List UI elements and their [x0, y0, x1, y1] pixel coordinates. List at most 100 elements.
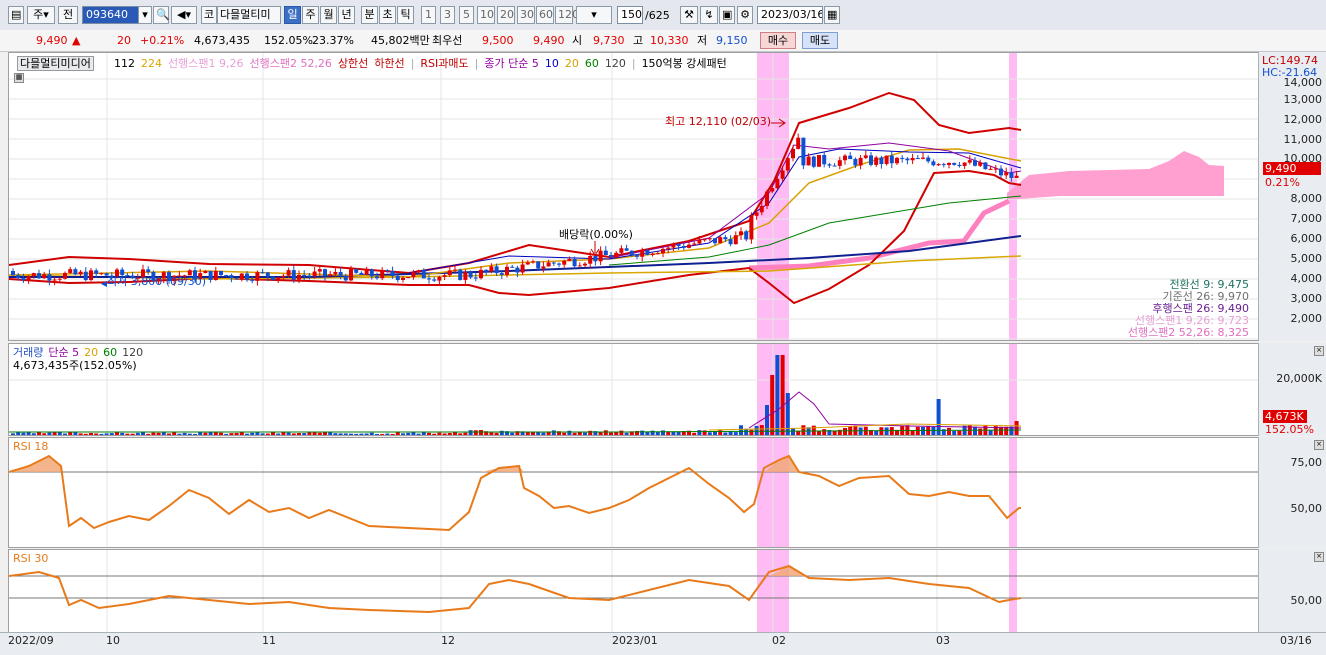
candle-body	[453, 269, 457, 271]
num-10[interactable]: 10	[477, 6, 495, 24]
volume-bar	[317, 432, 322, 435]
annotation-high: 최고 12,110 (02/03)	[665, 115, 772, 128]
highlight-band	[1009, 550, 1017, 632]
num-30[interactable]: 30	[517, 6, 535, 24]
candle-body	[21, 278, 26, 281]
grid-toggle-icon[interactable]: ▦	[14, 73, 24, 83]
volume-bar	[198, 432, 203, 435]
candle-body	[255, 272, 260, 281]
sell-button[interactable]: 매도	[802, 32, 838, 49]
num-3[interactable]: 3	[440, 6, 455, 24]
candle-body	[723, 237, 728, 240]
volume-bar	[213, 432, 218, 435]
current-price-tag: 9,490	[1263, 162, 1321, 175]
candle-body	[947, 162, 951, 165]
prev-button[interactable]: 전	[58, 6, 78, 24]
volume-bar	[791, 428, 795, 435]
period-day[interactable]: 일	[284, 6, 301, 24]
period-second[interactable]: 초	[379, 6, 396, 24]
chart-type-icon[interactable]: ▤	[8, 6, 24, 24]
volume-bar	[718, 430, 723, 435]
panel-close-icon[interactable]: ×	[1314, 346, 1324, 356]
candle-body	[73, 269, 78, 275]
price-y-axis: LC:149.74 HC:-21.64 14,000 13,000 12,000…	[1258, 52, 1326, 341]
candle-body	[302, 275, 307, 277]
candle-body	[598, 250, 603, 262]
gear-icon[interactable]: ⚙	[737, 6, 753, 24]
count-total: /625	[645, 9, 670, 22]
sound-icon[interactable]: ◀▾	[171, 6, 197, 24]
chart-trend-icon[interactable]: ↯	[700, 6, 718, 24]
candle-body	[213, 271, 218, 281]
volume-bar	[83, 433, 88, 435]
candle-body	[1004, 172, 1009, 176]
candle-body	[208, 271, 213, 281]
volume-bar	[63, 433, 67, 435]
candle-body	[593, 255, 598, 262]
volume-bar	[442, 433, 447, 435]
num-1[interactable]: 1	[421, 6, 436, 24]
panel-close-icon[interactable]: ×	[1314, 440, 1324, 450]
code-input[interactable]: 093640	[82, 6, 140, 24]
y-tick: 2,000	[1290, 312, 1323, 325]
candle-body	[770, 188, 775, 192]
count-input[interactable]: 150	[617, 6, 643, 24]
tool-icon[interactable]: ⚒	[680, 6, 698, 24]
volume-bar	[385, 433, 390, 435]
candle-body	[94, 270, 99, 274]
mode-select[interactable]: 주▾	[27, 6, 55, 24]
volume-panel: 거래량 단순 5 20 60 120 4,673,435주(152.05%)	[8, 343, 1260, 436]
open-label: 시	[572, 34, 583, 47]
stock-name[interactable]: 다믈멀티미	[217, 6, 281, 24]
candle-body	[276, 277, 281, 281]
candle-body	[31, 273, 36, 277]
x-label: 10	[106, 634, 120, 647]
period-month[interactable]: 월	[320, 6, 337, 24]
bollinger-upper	[9, 91, 1022, 275]
candle-body	[458, 269, 463, 280]
period-year[interactable]: 년	[338, 6, 355, 24]
calendar-icon[interactable]: ▦	[824, 6, 840, 24]
volume-bar	[250, 432, 255, 435]
volume-bar	[567, 430, 572, 435]
volume-bar	[47, 432, 52, 435]
code-dropdown-icon[interactable]: ▾	[138, 6, 152, 24]
market-button[interactable]: 코	[201, 6, 217, 24]
candle-body	[385, 270, 390, 272]
num-120[interactable]: 120	[555, 6, 579, 24]
candle-body	[52, 279, 57, 281]
period-tick[interactable]: 틱	[397, 6, 414, 24]
candle-body	[406, 277, 411, 279]
candle-body	[427, 278, 431, 280]
volume-bar	[125, 433, 130, 435]
price-chart-svg	[9, 53, 1259, 340]
legend-ma10: 10	[544, 57, 559, 70]
low-price: 9,150	[716, 34, 748, 47]
candle-body	[806, 156, 811, 166]
volume-bar	[947, 427, 951, 435]
num-5[interactable]: 5	[459, 6, 474, 24]
volume-value: 4,673,435주(152.05%)	[13, 359, 137, 372]
candle-body	[822, 155, 827, 165]
num-20[interactable]: 20	[497, 6, 515, 24]
candle-body	[661, 248, 665, 254]
interval-select[interactable]: ▾	[576, 6, 612, 24]
candle-body	[541, 266, 546, 269]
candle-body	[848, 155, 853, 160]
num-60[interactable]: 60	[536, 6, 554, 24]
search-icon[interactable]: 🔍	[153, 6, 170, 24]
x-label: 12	[441, 634, 455, 647]
volume-bar	[510, 432, 515, 435]
save-icon[interactable]: ▣	[719, 6, 735, 24]
legend-separator: |	[410, 57, 415, 70]
panel-close-icon[interactable]: ×	[1314, 552, 1324, 562]
date-input[interactable]: 2023/03/16	[757, 6, 823, 24]
y-tick: 8,000	[1290, 192, 1323, 205]
buy-button[interactable]: 매수	[760, 32, 796, 49]
period-minute[interactable]: 분	[361, 6, 378, 24]
volume-bar	[692, 432, 697, 435]
period-week[interactable]: 주	[302, 6, 319, 24]
candle-body	[863, 155, 868, 158]
volume-bar	[401, 433, 405, 435]
volume-bar	[666, 431, 671, 435]
